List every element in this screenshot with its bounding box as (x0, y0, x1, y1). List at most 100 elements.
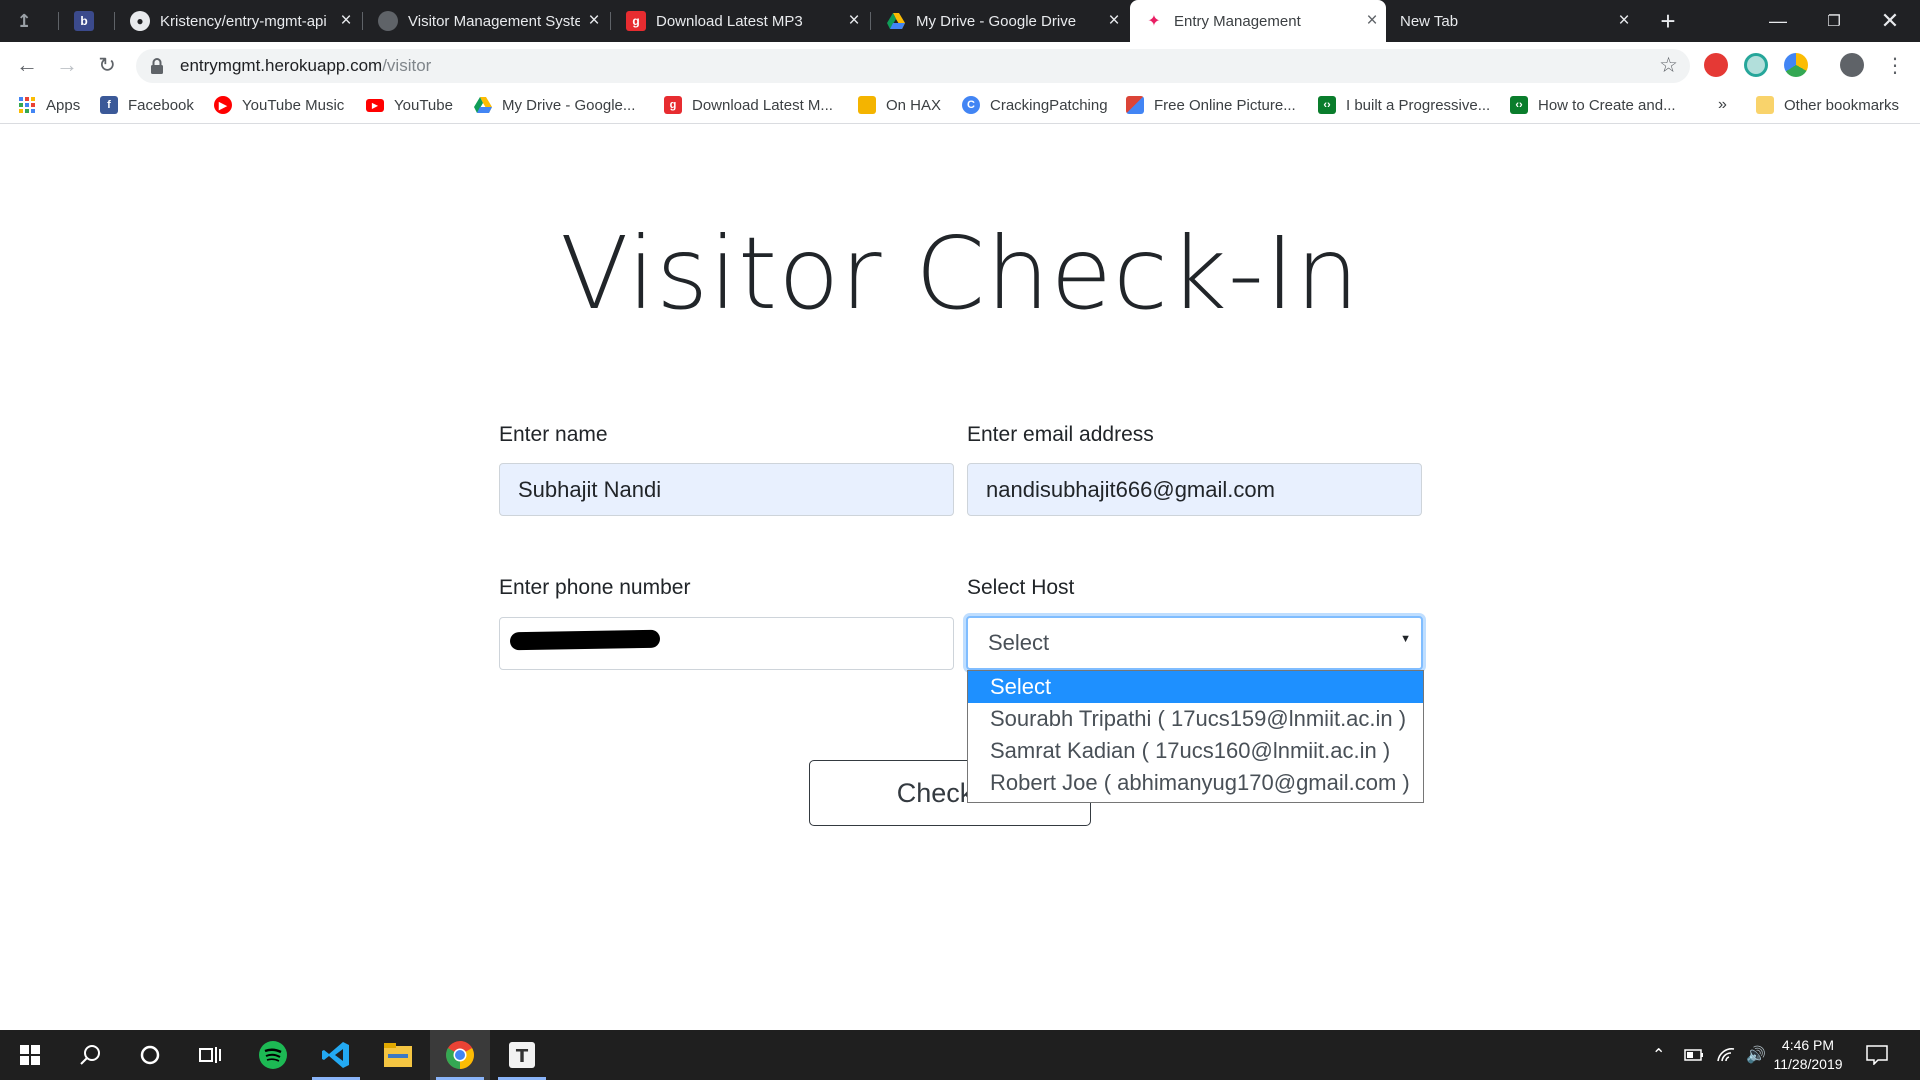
window-close-icon[interactable]: ✕ (1862, 0, 1918, 42)
bookmark-youtube[interactable]: ▶ YouTube (366, 88, 453, 122)
other-bookmarks[interactable]: Other bookmarks (1756, 88, 1899, 122)
show-hidden-icons[interactable]: ⌃ (1652, 1030, 1665, 1080)
email-input[interactable]: nandisubhajit666@gmail.com (967, 463, 1422, 516)
bookmark-free-online-picture[interactable]: Free Online Picture... (1126, 88, 1296, 122)
cortana-icon[interactable] (120, 1030, 180, 1080)
tab-new-tab[interactable]: New Tab × (1388, 0, 1638, 42)
github-favicon: ● (130, 11, 150, 31)
clock-date: 11/28/2019 (1773, 1056, 1843, 1072)
url-host: entrymgmt.herokuapp.com (180, 56, 383, 75)
search-icon[interactable] (60, 1030, 120, 1080)
bookmark-google-drive[interactable]: My Drive - Google... (474, 88, 635, 122)
bookmarks-bar: Apps f Facebook ▶ YouTube Music ▶ YouTub… (0, 88, 1920, 124)
extension-icon[interactable] (1744, 53, 1768, 77)
battery-icon[interactable] (1684, 1030, 1704, 1080)
name-label: Enter name (499, 423, 608, 446)
back-icon[interactable]: ← (12, 50, 42, 80)
bookmark-progressive[interactable]: ‹› I built a Progressive... (1318, 88, 1490, 122)
folder-icon (1756, 96, 1774, 114)
bookmark-label: Download Latest M... (692, 96, 833, 114)
bookmark-label: I built a Progressive... (1346, 96, 1491, 114)
phone-input[interactable] (499, 617, 954, 670)
forward-icon[interactable]: → (52, 50, 82, 80)
vscode-icon[interactable] (306, 1030, 366, 1080)
tab-separator (362, 12, 363, 30)
bookmark-crackingpatching[interactable]: C CrackingPatching (962, 88, 1108, 122)
close-icon[interactable]: × (580, 10, 608, 32)
bookmarks-overflow-button[interactable]: » (1718, 88, 1727, 122)
bookmark-label: How to Create and... (1538, 96, 1676, 114)
youtube-music-icon: ▶ (214, 96, 232, 114)
action-center-icon[interactable] (1866, 1030, 1888, 1080)
dropdown-arrow-icon: ▼ (1400, 633, 1411, 645)
reload-icon[interactable]: ↻ (92, 50, 122, 80)
bookmark-youtube-music[interactable]: ▶ YouTube Music (214, 88, 344, 122)
tab-bookmark[interactable]: b (60, 0, 112, 42)
tab-separator (114, 12, 115, 30)
page-content: Visitor Check-In Enter name Subhajit Nan… (0, 125, 1920, 1030)
menu-kebab-icon[interactable]: ⋮ (1880, 50, 1910, 80)
host-option[interactable]: Samrat Kadian ( 17ucs160@lnmiit.ac.in ) (968, 735, 1423, 767)
profile-avatar[interactable] (1840, 53, 1864, 77)
bookmark-facebook[interactable]: f Facebook (100, 88, 194, 122)
lock-icon (151, 58, 163, 74)
tab-separator (870, 12, 871, 30)
close-icon[interactable]: × (1100, 10, 1128, 32)
tab-gaana[interactable]: g Download Latest MP3 × (612, 0, 868, 42)
gaana-icon: g (664, 96, 682, 114)
picture-icon (1126, 96, 1144, 114)
host-option[interactable]: Sourabh Tripathi ( 17ucs159@lnmiit.ac.in… (968, 703, 1423, 735)
extension-icon[interactable] (1784, 53, 1808, 77)
bookmark-label: CrackingPatching (990, 96, 1108, 114)
bookmark-gaana[interactable]: g Download Latest M... (664, 88, 833, 122)
task-view-icon[interactable] (180, 1030, 240, 1080)
host-select[interactable]: Select ▼ (966, 616, 1423, 670)
tab-visitor-management[interactable]: Visitor Management System × (364, 0, 608, 42)
bookmark-label: Apps (46, 96, 81, 114)
file-explorer-icon[interactable] (368, 1030, 428, 1080)
tab-separator (610, 12, 611, 30)
name-input[interactable]: Subhajit Nandi (499, 463, 954, 516)
tab-title: Entry Management (1174, 12, 1301, 30)
bookmark-favicon: b (74, 11, 94, 31)
restore-icon[interactable]: ❐ (1806, 0, 1862, 42)
host-option[interactable]: Robert Joe ( abhimanyug170@gmail.com ) (968, 767, 1423, 799)
youtube-icon: ▶ (366, 98, 384, 112)
bookmark-label: On HAX (886, 96, 942, 114)
close-icon[interactable]: × (332, 10, 360, 32)
minimize-icon[interactable]: — (1750, 0, 1806, 42)
page-title: Visitor Check-In (560, 215, 1360, 332)
bookmark-apps[interactable]: Apps (18, 88, 80, 122)
tab-entry-management[interactable]: ✦ Entry Management × (1130, 0, 1386, 42)
tab-blogger[interactable]: ↥ (0, 0, 56, 42)
taskbar-clock[interactable]: 4:46 PM 11/28/2019 (1758, 1036, 1858, 1074)
close-icon[interactable]: × (1610, 10, 1638, 32)
address-bar[interactable]: entrymgmt.herokuapp.com/visitor ☆ (136, 49, 1690, 83)
bookmark-star-icon[interactable]: ☆ (1659, 53, 1678, 78)
bookmark-label: YouTube Music (242, 96, 345, 114)
typora-icon[interactable]: T (492, 1030, 552, 1080)
opera-extension-icon[interactable] (1704, 53, 1728, 77)
host-option[interactable]: Select (968, 671, 1423, 703)
blogger-favicon: ↥ (16, 10, 32, 31)
tab-google-drive[interactable]: My Drive - Google Drive × (872, 0, 1128, 42)
redaction-scribble (509, 629, 661, 651)
cracking-icon: C (962, 96, 980, 114)
bookmark-label: My Drive - Google... (502, 96, 636, 114)
tab-title: Download Latest MP3 (656, 12, 803, 30)
tab-title: My Drive - Google Drive (916, 12, 1077, 30)
chrome-icon[interactable] (430, 1030, 490, 1080)
bookmark-how-to-create[interactable]: ‹› How to Create and... (1510, 88, 1676, 122)
dev-icon: ‹› (1510, 96, 1528, 114)
bookmark-on-hax[interactable]: On HAX (858, 88, 941, 122)
close-icon[interactable]: × (1358, 10, 1386, 32)
spotify-icon[interactable] (243, 1030, 303, 1080)
close-icon[interactable]: × (840, 10, 868, 32)
start-icon[interactable] (0, 1030, 60, 1080)
tab-separator (58, 12, 59, 30)
tab-title: Kristency/entry-mgmt-api (160, 12, 327, 30)
globe-favicon (378, 11, 398, 31)
tab-github[interactable]: ● Kristency/entry-mgmt-api × (116, 0, 360, 42)
wifi-icon[interactable] (1716, 1030, 1736, 1080)
new-tab-button[interactable]: + (1640, 0, 1696, 42)
